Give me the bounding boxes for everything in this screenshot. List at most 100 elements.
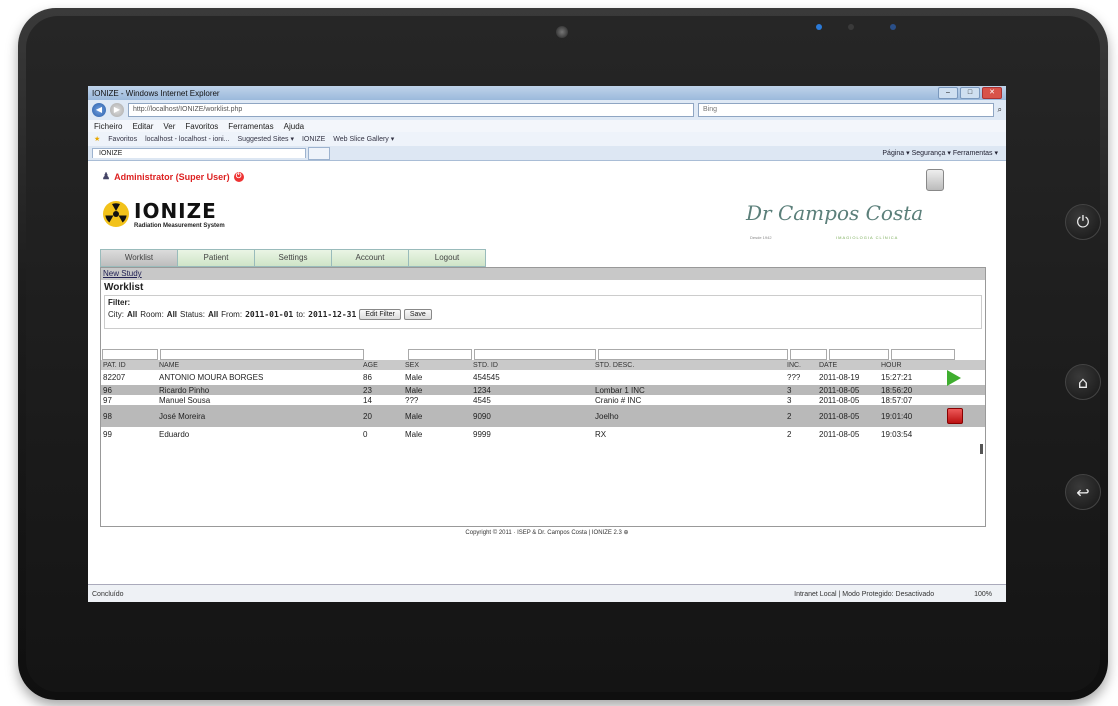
date-search-input[interactable] <box>829 348 889 360</box>
favorites-item[interactable]: Suggested Sites ▾ <box>238 135 294 143</box>
std-desc-search-input[interactable] <box>598 348 788 360</box>
favorites-button[interactable]: Favoritos <box>108 136 137 143</box>
favorites-item[interactable]: IONIZE <box>302 136 325 143</box>
col-sex[interactable]: SEX <box>403 362 471 369</box>
cell-hour: 18:57:07 <box>881 395 913 405</box>
edit-filter-button[interactable]: Edit Filter <box>359 309 401 320</box>
minimize-button[interactable]: – <box>938 87 958 99</box>
cell-sex: Male <box>405 411 423 421</box>
col-std-id[interactable]: STD. ID <box>471 362 593 369</box>
menu-view[interactable]: Ver <box>163 122 175 131</box>
to-date: 2011-12-31 <box>308 310 357 319</box>
col-age[interactable]: AGE <box>361 362 403 369</box>
favorites-item[interactable]: Web Slice Gallery ▾ <box>333 135 394 143</box>
cell-std-id: 9999 <box>473 430 491 439</box>
logo-title: IONIZE <box>134 199 217 223</box>
cell-name: Eduardo <box>159 430 190 439</box>
cell-name: Ricardo Pinho <box>159 385 210 395</box>
scrollbar-thumb[interactable] <box>980 444 983 454</box>
cell-std-id: 454545 <box>473 373 500 382</box>
browser-tab[interactable]: IONIZE <box>92 148 306 158</box>
cell-age: 0 <box>363 430 368 439</box>
inc-search-input[interactable] <box>790 348 827 360</box>
tab-worklist[interactable]: Worklist <box>100 249 178 267</box>
col-date[interactable]: DATE <box>817 362 879 369</box>
command-bar[interactable]: Página ▾ Segurança ▾ Ferramentas ▾ <box>882 149 1006 157</box>
power-button[interactable]: ⏻ <box>1065 204 1101 240</box>
tab-logout[interactable]: Logout <box>408 249 486 267</box>
col-inc[interactable]: INC. <box>785 362 817 369</box>
cell-pat-id: 97 <box>103 395 112 405</box>
url-input[interactable]: http://localhost/IONIZE/worklist.php <box>128 103 694 117</box>
security-zone: Intranet Local | Modo Protegido: Desacti… <box>794 590 935 598</box>
table-row[interactable]: 82207 ANTONIO MOURA BORGES 86 Male 45454… <box>101 369 985 386</box>
col-hour[interactable]: HOUR <box>879 362 943 369</box>
favorites-item[interactable]: localhost - localhost - ioni... <box>145 136 229 143</box>
col-pat-id[interactable]: PAT. ID <box>101 362 157 369</box>
zoom-level[interactable]: 100% <box>974 591 992 598</box>
cell-pat-id: 96 <box>103 385 112 395</box>
cell-pat-id: 99 <box>103 430 112 439</box>
power-icon: ⏻ <box>1076 212 1090 231</box>
stop-icon[interactable] <box>947 408 963 424</box>
cell-inc: 2 <box>787 411 792 421</box>
search-icon[interactable]: ⌕ <box>998 105 1002 115</box>
menu-file[interactable]: Ficheiro <box>94 122 122 131</box>
std-id-search-input[interactable] <box>474 348 596 360</box>
cell-std-desc: Lombar 1 INC <box>595 385 645 395</box>
favorites-star-icon: ★ <box>94 136 101 143</box>
cell-sex: Male <box>405 430 423 439</box>
filter-label: Filter: <box>108 298 131 307</box>
hour-search-input[interactable] <box>891 348 955 360</box>
new-study-link[interactable]: New Study <box>101 268 985 280</box>
table-row[interactable]: 98 José Moreira 20 Male 9090 Joelho 2 20… <box>101 405 985 427</box>
table-row[interactable]: 96 Ricardo Pinho 23 Male 1234 Lombar 1 I… <box>101 385 985 395</box>
home-button[interactable]: ⌂ <box>1065 364 1101 400</box>
radiation-icon <box>103 201 129 227</box>
col-std-desc[interactable]: STD. DESC. <box>593 362 785 369</box>
cell-std-id: 4545 <box>473 395 491 405</box>
cell-hour: 15:27:21 <box>881 373 913 382</box>
menu-favorites[interactable]: Favoritos <box>185 122 218 131</box>
cell-pat-id: 98 <box>103 411 112 421</box>
tab-account[interactable]: Account <box>331 249 409 267</box>
menu-edit[interactable]: Editar <box>132 122 153 131</box>
database-icon[interactable] <box>926 169 944 191</box>
cell-std-desc: Joelho <box>595 411 619 421</box>
worklist-table: PAT. ID NAME AGE SEX STD. ID STD. DESC. … <box>101 348 985 442</box>
sex-search-input[interactable] <box>408 348 472 360</box>
search-input[interactable]: Bing <box>698 103 994 117</box>
maximize-button[interactable]: □ <box>960 87 980 99</box>
tablet-screen: IONIZE - Windows Internet Explorer – □ ✕… <box>88 86 1006 602</box>
menu-bar: Ficheiro Editar Ver Favoritos Ferramenta… <box>88 120 1006 132</box>
pat-id-search-input[interactable] <box>102 348 158 360</box>
table-row[interactable]: 99 Eduardo 0 Male 9999 RX 2 2011-08-05 1… <box>101 427 985 442</box>
search-row <box>101 348 985 360</box>
play-icon[interactable] <box>947 369 961 386</box>
tab-settings[interactable]: Settings <box>254 249 332 267</box>
cell-sex: ??? <box>405 395 419 405</box>
menu-help[interactable]: Ajuda <box>284 122 304 131</box>
city-label: City: <box>108 310 124 319</box>
col-name[interactable]: NAME <box>157 362 361 369</box>
logout-power-icon[interactable]: ⏻ <box>233 171 244 182</box>
menu-tools[interactable]: Ferramentas <box>228 122 273 131</box>
name-search-input[interactable] <box>160 348 364 360</box>
cell-date: 2011-08-05 <box>819 385 860 395</box>
cell-inc: 2 <box>787 430 792 439</box>
tab-patient[interactable]: Patient <box>177 249 255 267</box>
save-filter-button[interactable]: Save <box>403 309 432 320</box>
new-tab-button[interactable] <box>308 146 330 160</box>
cell-std-id: 1234 <box>473 385 491 395</box>
close-button[interactable]: ✕ <box>982 87 1002 99</box>
back-nav-button[interactable]: ◀ <box>92 103 106 117</box>
favorites-bar: ★ Favoritos localhost - localhost - ioni… <box>88 132 1006 146</box>
front-camera <box>556 26 568 38</box>
forward-nav-button[interactable]: ▶ <box>110 103 124 117</box>
room-value: All <box>166 310 178 319</box>
window-titlebar: IONIZE - Windows Internet Explorer – □ ✕ <box>88 86 1006 100</box>
back-button[interactable]: ↩ <box>1065 474 1101 510</box>
table-row[interactable]: 97 Manuel Sousa 14 ??? 4545 Cranio # INC… <box>101 395 985 405</box>
filter-box: Filter: City: All Room: All Status: All … <box>104 295 982 329</box>
app-logo: IONIZE Radiation Measurement System <box>102 199 225 229</box>
